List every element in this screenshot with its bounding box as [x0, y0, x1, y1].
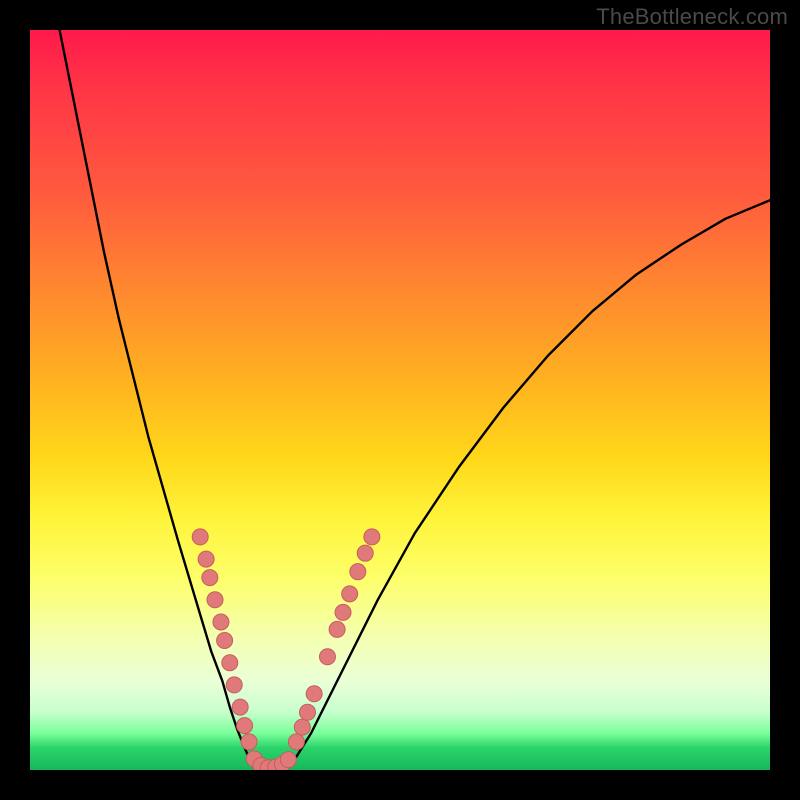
data-dot — [213, 614, 229, 630]
data-dot — [329, 621, 345, 637]
data-dot — [342, 586, 358, 602]
data-dot — [192, 529, 208, 545]
data-dot — [217, 633, 233, 649]
data-dot — [319, 649, 335, 665]
data-dot — [294, 719, 310, 735]
data-dot — [350, 564, 366, 580]
watermark-text: TheBottleneck.com — [596, 4, 788, 30]
data-dot — [198, 551, 214, 567]
chart-frame: TheBottleneck.com — [0, 0, 800, 800]
data-dot — [357, 545, 373, 561]
data-dot — [241, 734, 257, 750]
data-dot — [202, 570, 218, 586]
data-dot — [232, 699, 248, 715]
chart-overlay — [30, 30, 770, 770]
data-dot — [288, 734, 304, 750]
data-dot — [306, 686, 322, 702]
data-dot — [335, 604, 351, 620]
data-dot — [364, 529, 380, 545]
data-dot — [300, 704, 316, 720]
bottleneck-curve — [60, 30, 770, 770]
plot-area — [30, 30, 770, 770]
data-dot — [280, 752, 296, 768]
data-dot — [237, 718, 253, 734]
data-dot — [226, 677, 242, 693]
data-dot — [222, 655, 238, 671]
data-dot — [207, 592, 223, 608]
